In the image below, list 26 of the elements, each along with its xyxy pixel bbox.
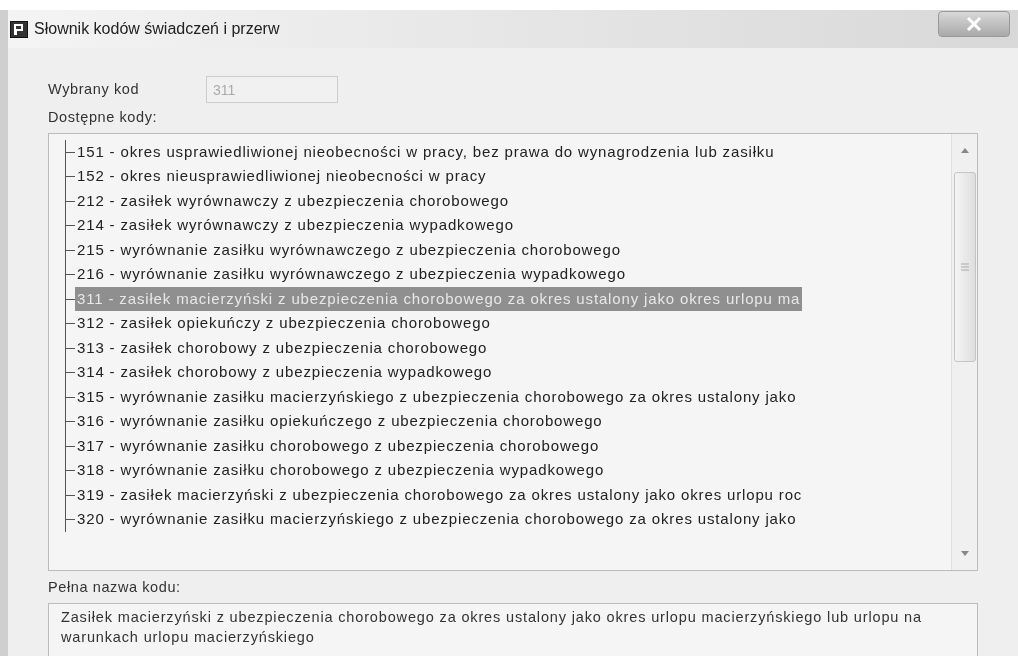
list-item[interactable]: 312 - zasiłek opiekuńczy z ubezpieczenia chorobowego [75, 311, 493, 336]
field-label: Pełna nazwa kodu: [48, 577, 181, 597]
full-name-field[interactable]: Zasiłek macierzyński z ubezpieczenia chorobowego za okres ustalony jako okres urlopu macierzyńskiego lub urlopu na warunkach urlopu macierzyńskiego [48, 602, 978, 656]
list-label: Dostępne kody: [48, 108, 158, 127]
window-title: Słownik kodów świadczeń i przerw [34, 19, 280, 39]
list-item[interactable]: 318 - wyrównanie zasiłku chorobowego z ubezpieczenia wypadkowego [75, 458, 607, 483]
list-item[interactable]: 317 - wyrównanie zasiłku chorobowego z ubezpieczenia chorobowego [75, 433, 602, 459]
scrollbar[interactable] [951, 133, 977, 570]
list-item[interactable]: 316 - wyrównanie zasiłku opiekuńczego z ubezpieczenia chorobowego [75, 409, 605, 434]
scrollbar-thumb[interactable] [953, 171, 976, 362]
close-button[interactable] [938, 11, 1010, 37]
list-item[interactable]: 215 - wyrównanie zasiłku wyrównawczego z ubezpieczenia chorobowego [75, 237, 623, 263]
close-icon [966, 17, 982, 31]
list-item[interactable]: 152 - okres nieusprawiedliwionej nieobecności w pracy [75, 164, 489, 189]
list-item[interactable]: 313 - zasiłek chorobowy z ubezpieczenia chorobowego [75, 335, 490, 361]
list-item[interactable]: 314 - zasiłek chorobowy z ubezpieczenia wypadkowego [75, 360, 495, 385]
list-item[interactable]: 319 - zasiłek macierzyński z ubezpieczenia chorobowego za okres ustalony jako okres urlopu roc [75, 482, 805, 508]
list-item[interactable]: 216 - wyrównanie zasiłku wyrównawczego z ubezpieczenia wypadkowego [75, 262, 628, 287]
list-item[interactable]: 320 - wyrównanie zasiłku macierzyńskiego z ubezpieczenia chorobowego za okres ustalony jako [75, 507, 799, 532]
scroll-down-icon[interactable] [959, 549, 970, 558]
list-item[interactable]: 315 - wyrównanie zasiłku macierzyńskiego z ubezpieczenia chorobowego za okres ustalony jako [75, 384, 799, 410]
field-label: Wybrany kod [48, 79, 141, 99]
list-item[interactable]: 212 - zasiłek wyrównawczy z ubezpieczenia chorobowego [75, 188, 511, 214]
app-icon [10, 20, 28, 38]
list-item[interactable]: 214 - zasiłek wyrównawczy z ubezpieczenia wypadkowego [75, 213, 516, 238]
list-item[interactable]: 151 - okres usprawiedliwionej nieobecności w pracy, bez prawa do wynagrodzenia lub zasiłku [75, 139, 777, 165]
